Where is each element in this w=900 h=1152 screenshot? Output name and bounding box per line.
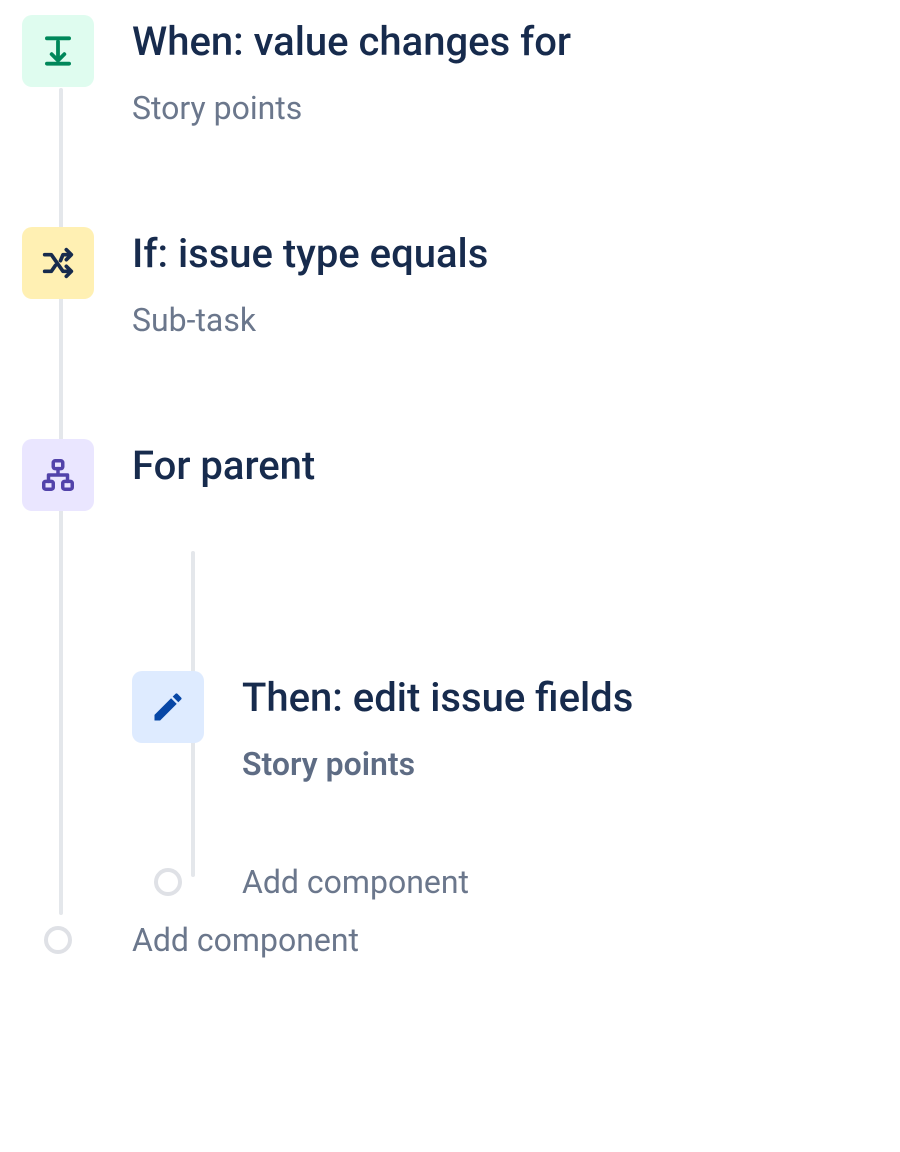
condition-value: Sub-task — [132, 301, 488, 339]
action-title: Then: edit issue fields — [242, 673, 633, 723]
action-step[interactable]: Then: edit issue fields Story points — [132, 671, 880, 783]
branch-step[interactable]: For parent — [22, 439, 880, 511]
trigger-step[interactable]: When: value changes for Story points — [22, 15, 880, 127]
action-field: Story points — [242, 745, 633, 783]
trigger-title: When: value changes for — [132, 17, 571, 67]
branch-body: For parent — [132, 439, 315, 491]
trigger-field: Story points — [132, 89, 571, 127]
edit-pencil-icon — [132, 671, 204, 743]
condition-step[interactable]: If: issue type equals Sub-task — [22, 227, 880, 339]
shuffle-icon — [22, 227, 94, 299]
add-component-root-label: Add component — [132, 921, 359, 959]
action-body: Then: edit issue fields Story points — [242, 671, 633, 783]
automation-rule-timeline: When: value changes for Story points If:… — [0, 0, 900, 979]
add-circle-icon — [154, 868, 182, 896]
condition-body: If: issue type equals Sub-task — [132, 227, 488, 339]
add-circle-icon — [44, 926, 72, 954]
add-component-branch-label: Add component — [242, 863, 469, 901]
condition-title: If: issue type equals — [132, 229, 488, 279]
add-component-branch[interactable]: Add component — [132, 863, 880, 901]
add-component-root[interactable]: Add component — [44, 921, 880, 959]
trigger-body: When: value changes for Story points — [132, 15, 571, 127]
value-changes-icon — [22, 15, 94, 87]
branch-title: For parent — [132, 441, 315, 491]
branch-children: Then: edit issue fields Story points Add… — [132, 551, 880, 901]
hierarchy-icon — [22, 439, 94, 511]
